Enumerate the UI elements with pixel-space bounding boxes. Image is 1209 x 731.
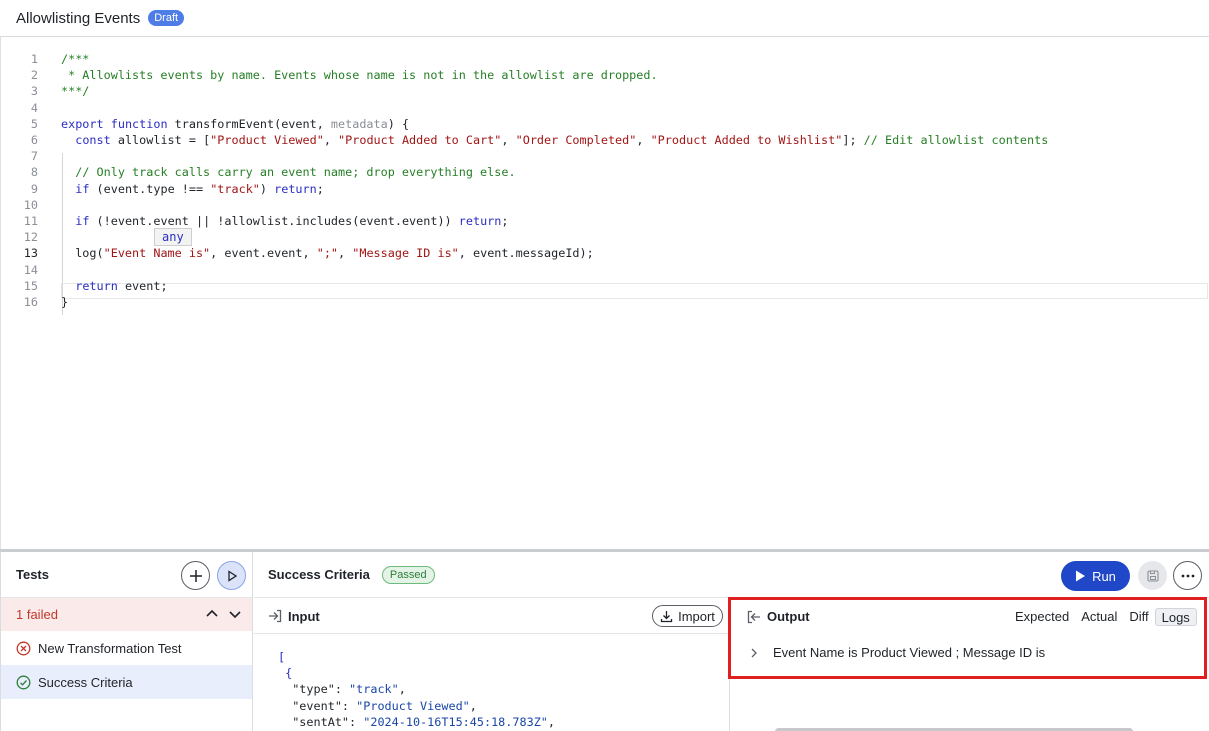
save-icon — [1146, 569, 1159, 582]
run-label: Run — [1092, 568, 1116, 584]
code-line[interactable]: 4 — [1, 100, 1209, 116]
input-panel: Input Import [ { "type": "track", "event… — [254, 599, 730, 731]
draft-badge: Draft — [148, 10, 185, 26]
code-text: const allowlist = ["Product Viewed", "Pr… — [75, 133, 1049, 147]
code-line[interactable]: 13 log("Event Name is", event.event, ";"… — [1, 245, 1209, 261]
line-number: 1 — [30, 52, 38, 66]
type-hover-tooltip: any — [154, 228, 192, 246]
json-line: "sentAt": "2024-10-16T15:45:18.783Z", — [278, 714, 556, 729]
test-item-label: Success Criteria — [38, 674, 133, 690]
failed-summary: 1 failed — [16, 607, 58, 622]
code-line[interactable]: 3 ***/ — [1, 83, 1209, 99]
line-number: 2 — [30, 68, 38, 83]
passed-check-icon — [16, 675, 31, 689]
code-line[interactable]: 2 * Allowlists events by name. Events wh… — [1, 67, 1209, 83]
code-text: * Allowlists events by name. Events whos… — [61, 68, 658, 83]
passed-badge: Passed — [381, 565, 435, 584]
code-line[interactable]: 11 if (!event.event || !allowlist.includ… — [1, 213, 1209, 229]
tests-header: Tests — [1, 552, 252, 598]
tab-logs[interactable]: Logs — [1154, 608, 1197, 626]
code-line[interactable]: 8 // Only track calls carry an event nam… — [1, 164, 1209, 180]
import-label: Import — [678, 608, 715, 624]
code-line[interactable]: 14 — [1, 262, 1209, 278]
tests-title: Tests — [16, 567, 49, 582]
output-label: Output — [767, 609, 810, 624]
line-number: 15 — [23, 278, 38, 293]
page-title: Allowlisting Events — [16, 9, 141, 27]
input-arrow-icon — [269, 609, 282, 623]
play-icon — [227, 569, 237, 582]
test-item-label: New Transformation Test — [38, 640, 182, 656]
import-button[interactable]: Import — [652, 605, 723, 627]
input-label: Input — [288, 608, 320, 624]
code-line[interactable]: 15 return event; — [1, 278, 1209, 294]
save-button[interactable] — [1138, 561, 1167, 590]
output-arrow-icon — [747, 610, 760, 623]
failed-x-icon — [16, 641, 31, 655]
code-line[interactable]: 6 const allowlist = ["Product Viewed", "… — [1, 132, 1209, 148]
line-number: 14 — [23, 262, 38, 277]
tab-actual[interactable]: Actual — [1075, 608, 1123, 626]
line-number: 4 — [30, 100, 38, 115]
output-tabs: Expected Actual Diff Logs — [1009, 608, 1197, 626]
code-editor[interactable]: 1/*** 2 * Allowlists events by name. Even… — [0, 37, 1209, 549]
chevron-down-icon[interactable] — [227, 606, 243, 622]
line-number: 8 — [30, 165, 38, 180]
code-line[interactable]: 9 if (event.type !== "track") return; — [1, 181, 1209, 197]
criteria-title: Success Criteria — [268, 567, 370, 582]
log-text: Event Name is Product Viewed ; Message I… — [773, 645, 1046, 660]
line-number: 3 — [30, 84, 38, 99]
line-number: 13 — [23, 246, 38, 261]
code-text: } — [61, 295, 69, 309]
code-text: return event; — [75, 278, 168, 293]
download-icon — [660, 610, 673, 622]
play-icon — [1076, 570, 1086, 582]
code-text: export function transformEvent(event, me… — [61, 116, 410, 131]
test-detail-panel: Success Criteria Passed Run Input Import — [254, 552, 1209, 731]
code-text: log("Event Name is", event.event, ";", "… — [61, 246, 594, 261]
plus-icon — [189, 569, 202, 582]
code-text: /*** — [61, 52, 90, 66]
test-item-new-transformation-test[interactable]: New Transformation Test — [1, 631, 252, 665]
line-number: 10 — [23, 197, 38, 212]
line-number: 11 — [23, 214, 38, 228]
code-line[interactable]: 7 — [1, 148, 1209, 164]
tests-sidebar: Tests 1 failed New Transformation Test S… — [0, 552, 253, 731]
page-header: Allowlisting Events Draft — [0, 0, 1209, 37]
criteria-header: Success Criteria Passed Run — [254, 552, 1209, 598]
test-panel: Tests 1 failed New Transformation Test S… — [0, 549, 1209, 731]
code-text: ***/ — [61, 84, 90, 99]
add-test-button[interactable] — [181, 561, 210, 590]
json-line: "event": "Product Viewed", — [278, 698, 477, 713]
test-item-success-criteria[interactable]: Success Criteria — [1, 665, 252, 699]
code-line[interactable]: 10 — [1, 197, 1209, 213]
tab-diff[interactable]: Diff — [1123, 608, 1154, 626]
code-text: if (event.type !== "track") return; — [75, 181, 324, 196]
line-number: 7 — [30, 149, 38, 164]
log-entry[interactable]: Event Name is Product Viewed ; Message I… — [747, 645, 1045, 660]
line-number: 6 — [30, 133, 38, 147]
code-line[interactable]: 5 export function transformEvent(event, m… — [1, 116, 1209, 132]
code-line[interactable]: 1 /*** — [1, 51, 1209, 67]
json-line: "type": "track", — [278, 682, 406, 697]
code-text: if (!event.event || !allowlist.includes(… — [75, 214, 509, 228]
code-line[interactable]: 16} — [1, 294, 1209, 310]
line-number: 5 — [30, 116, 38, 131]
code-text: // Only track calls carry an event name;… — [75, 165, 516, 180]
chevron-up-icon[interactable] — [204, 606, 220, 622]
run-button[interactable]: Run — [1061, 561, 1130, 591]
output-panel: Output Expected Actual Diff Logs Event N… — [728, 597, 1209, 731]
failed-summary-row[interactable]: 1 failed — [1, 598, 252, 631]
more-options-button[interactable] — [1173, 561, 1202, 590]
chevron-right-icon[interactable] — [747, 646, 761, 660]
line-number: 9 — [30, 181, 38, 196]
run-all-tests-button[interactable] — [217, 561, 246, 590]
json-line: { — [278, 666, 293, 681]
input-header: Input Import — [254, 599, 729, 634]
json-line: [ — [278, 650, 286, 664]
line-number: 16 — [23, 295, 38, 309]
more-horizontal-icon — [1181, 574, 1194, 577]
line-number: 12 — [23, 230, 38, 245]
tab-expected[interactable]: Expected — [1009, 608, 1075, 626]
